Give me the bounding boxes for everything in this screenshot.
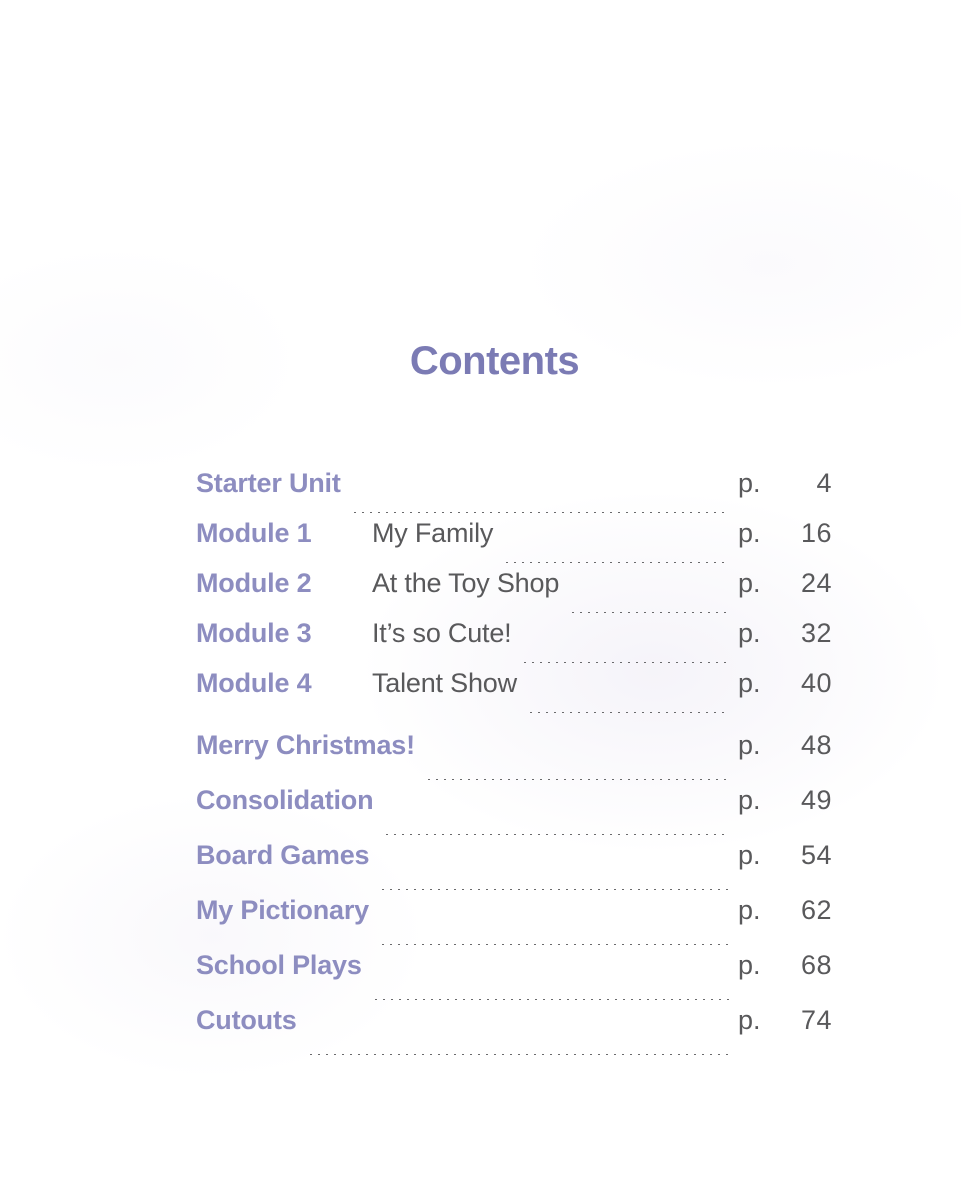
dot-leader — [526, 712, 730, 713]
contents-page: Contents Starter Unit p. 4 Module 1 My Famil… — [0, 0, 961, 1200]
toc-entry-label: Merry Christmas! — [196, 730, 415, 760]
toc-entry-subtitle: Talent Show — [372, 668, 517, 698]
dot-leader — [350, 512, 730, 513]
page-title: Contents — [0, 339, 961, 384]
toc-entry-label: Board Games — [196, 840, 370, 870]
toc-entry-label: Consolidation — [196, 785, 374, 815]
toc-row[interactable]: Starter Unit p. 4 — [196, 468, 836, 518]
toc-row[interactable]: Module 3 It’s so Cute! p. 32 — [196, 618, 836, 668]
toc-row[interactable]: Board Games p. 54 — [196, 840, 836, 895]
page-number: 24 — [800, 568, 832, 598]
page-title-text: Contents — [409, 339, 580, 383]
page-marker: p. — [738, 840, 761, 870]
page-marker: p. — [738, 468, 761, 498]
toc-row[interactable]: Consolidation p. 49 — [196, 785, 836, 840]
page-marker: p. — [738, 518, 761, 548]
toc-row[interactable]: Module 2 At the Toy Shop p. 24 — [196, 568, 836, 618]
toc-row[interactable]: Merry Christmas! p. 48 — [196, 730, 836, 785]
toc-row[interactable]: Module 1 My Family p. 16 — [196, 518, 836, 568]
toc-entry-label: Starter Unit — [196, 468, 341, 498]
toc-row[interactable]: My Pictionary p. 62 — [196, 895, 836, 950]
page-number: 74 — [800, 1005, 832, 1035]
toc-entry-label: Module 1 — [196, 518, 312, 548]
page-marker: p. — [738, 668, 761, 698]
page-number: 40 — [800, 668, 832, 698]
toc-entry-subtitle: It’s so Cute! — [372, 618, 512, 648]
page-number: 49 — [800, 785, 832, 815]
dot-leader — [371, 999, 730, 1000]
dot-leader — [424, 779, 730, 780]
page-marker: p. — [738, 730, 761, 760]
page-marker: p. — [738, 618, 761, 648]
toc-row[interactable]: Module 4 Talent Show p. 40 — [196, 668, 836, 718]
page-marker: p. — [738, 1005, 761, 1035]
toc-entry-label: Module 3 — [196, 618, 312, 648]
table-of-contents: Starter Unit p. 4 Module 1 My Family p. 16 Modu… — [196, 468, 836, 1060]
toc-row[interactable]: Cutouts p. 74 — [196, 1005, 836, 1060]
page-number: 4 — [816, 468, 832, 498]
page-marker: p. — [738, 950, 761, 980]
toc-entry-label: Module 4 — [196, 668, 312, 698]
toc-entry-subtitle: At the Toy Shop — [372, 568, 560, 598]
dot-leader — [383, 834, 730, 835]
page-number: 48 — [800, 730, 832, 760]
dot-leader — [569, 612, 730, 613]
dot-leader — [379, 889, 730, 890]
dot-leader — [306, 1054, 730, 1055]
dot-leader — [503, 562, 730, 563]
page-number: 62 — [800, 895, 832, 925]
page-marker: p. — [738, 568, 761, 598]
page-number: 16 — [800, 518, 832, 548]
dot-leader — [378, 944, 730, 945]
page-number: 54 — [800, 840, 832, 870]
page-number: 32 — [800, 618, 832, 648]
toc-entry-subtitle: My Family — [372, 518, 494, 548]
dot-leader — [521, 662, 730, 663]
page-marker: p. — [738, 895, 761, 925]
page-marker: p. — [738, 785, 761, 815]
section-divider — [196, 718, 836, 730]
toc-row[interactable]: School Plays p. 68 — [196, 950, 836, 1005]
toc-entry-label: School Plays — [196, 950, 362, 980]
toc-entry-label: My Pictionary — [196, 895, 369, 925]
toc-entry-label: Module 2 — [196, 568, 312, 598]
toc-entry-label: Cutouts — [196, 1005, 297, 1035]
page-number: 68 — [800, 950, 832, 980]
